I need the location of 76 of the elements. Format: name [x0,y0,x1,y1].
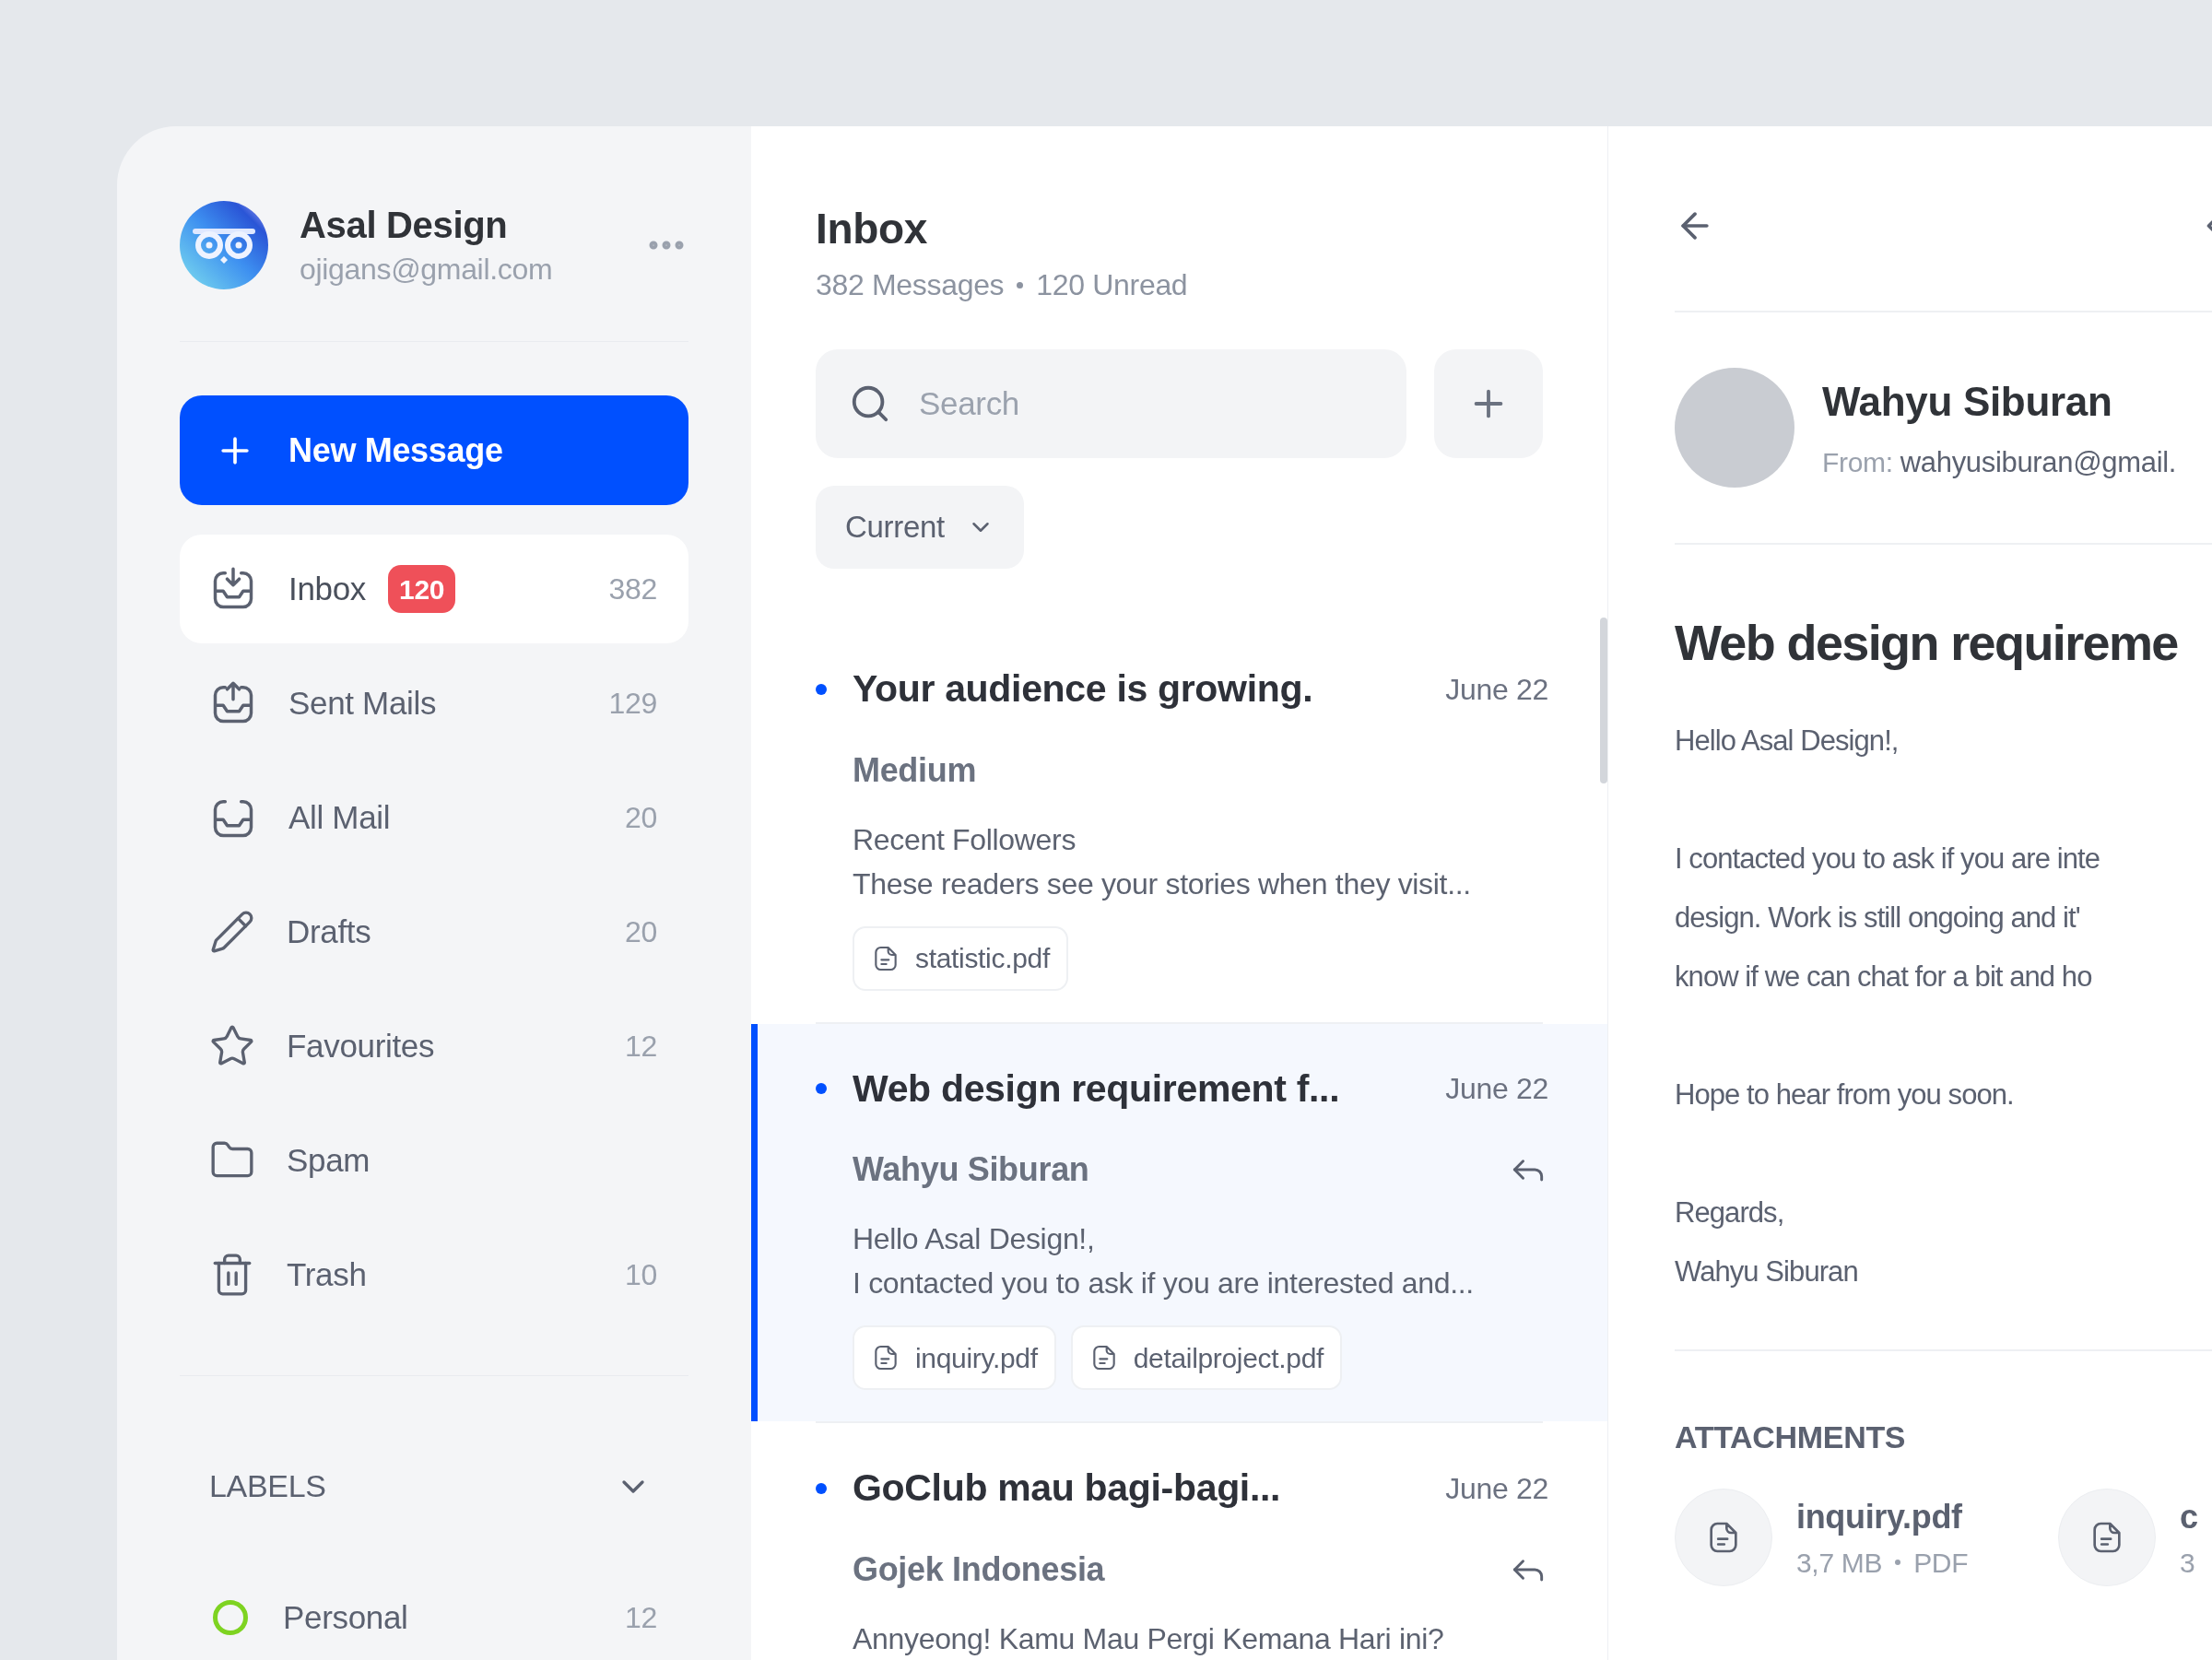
email-body-line: know if we can chat for a bit and ho [1675,960,2093,995]
attachment-chip[interactable]: statistic.pdf [853,925,1068,991]
email-body-line: Hope to hear from you soon. [1675,1077,2015,1113]
attachment-size: 3,7 MB [1796,1546,1883,1580]
message-date: June 22 [1445,1470,1548,1507]
attachment-size: 3 [2180,1546,2195,1580]
nav-label: Sent Mails [288,683,437,723]
message-subject: Your audience is growing. [853,666,1313,712]
attachment-name: c [2180,1496,2198,1537]
message-item[interactable]: GoClub mau bagi-bagi... June 22 Gojek Indonesia Annyeong! Kamu Mau Pergi Kemana Hari ini? [751,1423,1607,1660]
email-body-line: design. Work is still ongoing and it' [1675,901,2081,936]
email-body-line: Hello Asal Design!, [1675,724,1900,759]
message-date: June 22 [1445,671,1548,708]
attachment-chip[interactable]: detailproject.pdf [1070,1325,1343,1390]
email-body-line: I contacted you to ask if you are inte [1675,842,2100,877]
sender-name: Wahyu Siburan [1822,377,2113,426]
nav-item[interactable]: Inbox 120 382 [180,535,688,643]
email-body-line: Regards, [1675,1195,1785,1230]
attachment-item[interactable]: inquiry.pdf 3,7 MB PDF [1675,1489,2021,1586]
nav-label: Favourites [287,1026,435,1065]
message-subject: GoClub mau bagi-bagi... [853,1466,1281,1511]
attachments-heading: ATTACHMENTS [1675,1419,1907,1456]
nav-label: Trash [287,1254,367,1294]
label-count: 12 [625,1600,657,1636]
labels-heading: LABELS [209,1467,326,1505]
message-sender: Wahyu Siburan [853,1149,1089,1190]
nav-item[interactable]: Sent Mails 129 [180,649,688,758]
filter-dropdown[interactable]: Current [816,486,1024,569]
message-sender: Gojek Indonesia [853,1548,1105,1590]
message-preview: Recent Followers [853,821,1077,858]
nav-label: Inbox [288,569,367,608]
message-preview: I contacted you to ask if you are interested and... [853,1266,1475,1301]
nav-count: 129 [608,686,657,722]
account-name: Asal Design [300,204,509,247]
nav-item[interactable]: Trash 10 [180,1220,688,1329]
sender-email: wahyusiburan@gmail. [1900,444,2177,480]
nav-label: All Mail [288,797,391,837]
label-name: Personal [283,1597,408,1637]
nav-count: 382 [608,571,657,607]
nav-label: Drafts [287,912,371,951]
nav-count: 12 [625,1029,657,1065]
email-body-line: Wahyu Siburan [1675,1254,1859,1289]
nav-item[interactable]: All Mail 20 [180,763,688,872]
message-item[interactable]: Web design requirement f... June 22 Wahyu Siburan Hello Asal Design!, I contacted you to ask if you are interested and... inquiry.pdf detailproject.pdf [751,1023,1607,1421]
attachment-name: inquiry.pdf [1796,1496,1963,1537]
message-sender: Medium [853,749,977,791]
inbox-title: Inbox [816,204,929,254]
nav-item[interactable]: Spam [180,1106,688,1215]
attachment-name: statistic.pdf [915,942,1050,975]
unread-badge: 120 [388,565,456,613]
nav-count: 10 [625,1257,657,1293]
message-preview: Annyeong! Kamu Mau Pergi Kemana Hari ini? [853,1620,1445,1657]
scrollbar-thumb[interactable] [1600,618,1607,783]
email-subject: Web design requireme [1675,614,2179,672]
nav-count: 20 [625,914,657,950]
unread-count: 120 Unread [1036,267,1188,303]
account-email: ojigans@gmail.com [300,252,554,288]
message-preview: Hello Asal Design!, [853,1221,1096,1257]
message-subject: Web design requirement f... [853,1065,1340,1112]
search-field[interactable]: Search [816,349,1406,458]
attachment-chip[interactable]: inquiry.pdf [853,1325,1056,1390]
nav-count: 20 [625,800,657,836]
from-label: From: [1822,445,1893,479]
attachment-item[interactable]: c 3 [2058,1489,2212,1586]
new-message-button[interactable]: New Message [180,395,688,505]
nav-item[interactable]: Favourites 12 [180,992,688,1101]
attachment-name: detailproject.pdf [1133,1341,1324,1375]
attachment-type: PDF [1913,1546,1969,1580]
message-item[interactable]: Your audience is growing. June 22 Medium Recent Followers These readers see your stories when they visit... statistic.pdf [751,624,1607,1022]
attachment-name: inquiry.pdf [915,1341,1038,1375]
message-preview: These readers see your stories when they visit... [853,865,1472,902]
nav-label: Spam [287,1140,371,1180]
messages-count: 382 Messages [816,267,1005,303]
nav-item[interactable]: Drafts 20 [180,877,688,986]
pencil-icon [209,909,255,955]
message-date: June 22 [1445,1071,1548,1108]
